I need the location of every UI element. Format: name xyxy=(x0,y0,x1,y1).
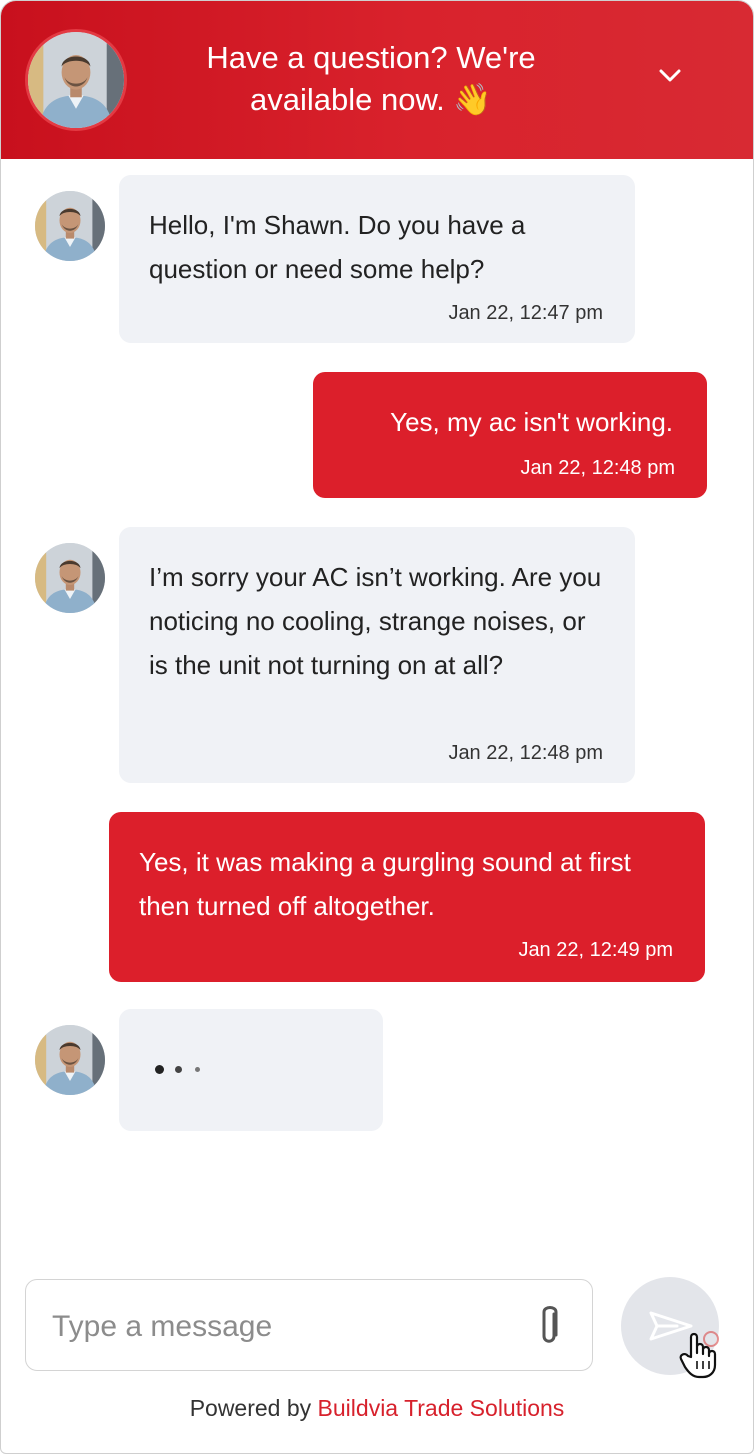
message-text: I’m sorry your AC isn’t working. Are you… xyxy=(149,562,602,680)
typing-dot xyxy=(195,1067,200,1072)
chat-widget: Have a question? We're available now. 👋 … xyxy=(0,0,754,1454)
message-text: Yes, my ac isn't working. xyxy=(390,407,673,437)
chat-header: Have a question? We're available now. 👋 xyxy=(1,1,753,159)
person-icon xyxy=(35,1025,105,1095)
person-icon xyxy=(28,32,124,128)
message-bubble-agent: I’m sorry your AC isn’t working. Are you… xyxy=(119,527,635,783)
person-icon xyxy=(35,191,105,261)
hand-cursor-icon xyxy=(677,1327,725,1379)
message-bubble-agent: Hello, I'm Shawn. Do you have a question… xyxy=(119,175,635,343)
message-timestamp: Jan 22, 12:48 pm xyxy=(448,742,603,764)
chevron-down-icon[interactable] xyxy=(653,59,687,93)
message-text: Hello, I'm Shawn. Do you have a question… xyxy=(149,210,526,284)
message-timestamp: Jan 22, 12:49 pm xyxy=(518,939,673,961)
typing-dot xyxy=(175,1066,182,1073)
powered-by-label: Powered by xyxy=(189,1395,312,1421)
agent-avatar xyxy=(25,29,127,131)
paperclip-icon[interactable] xyxy=(532,1302,566,1350)
message-bubble-user: Yes, it was making a gurgling sound at f… xyxy=(109,812,705,982)
powered-by-footer: Powered by Buildvia Trade Solutions xyxy=(1,1395,753,1422)
typing-indicator xyxy=(119,1009,383,1131)
agent-avatar xyxy=(35,191,105,261)
agent-avatar xyxy=(35,543,105,613)
person-icon xyxy=(35,543,105,613)
message-text: Yes, it was making a gurgling sound at f… xyxy=(139,847,631,921)
chat-header-title: Have a question? We're available now. 👋 xyxy=(206,40,536,117)
message-input[interactable] xyxy=(50,1304,524,1350)
message-bubble-user: Yes, my ac isn't working. Jan 22, 12:48 … xyxy=(313,372,707,498)
message-composer xyxy=(25,1279,593,1371)
message-timestamp: Jan 22, 12:47 pm xyxy=(448,302,603,324)
powered-by-link[interactable]: Buildvia Trade Solutions xyxy=(318,1395,565,1421)
agent-avatar xyxy=(35,1025,105,1095)
message-timestamp: Jan 22, 12:48 pm xyxy=(520,457,675,479)
typing-dot xyxy=(155,1065,164,1074)
